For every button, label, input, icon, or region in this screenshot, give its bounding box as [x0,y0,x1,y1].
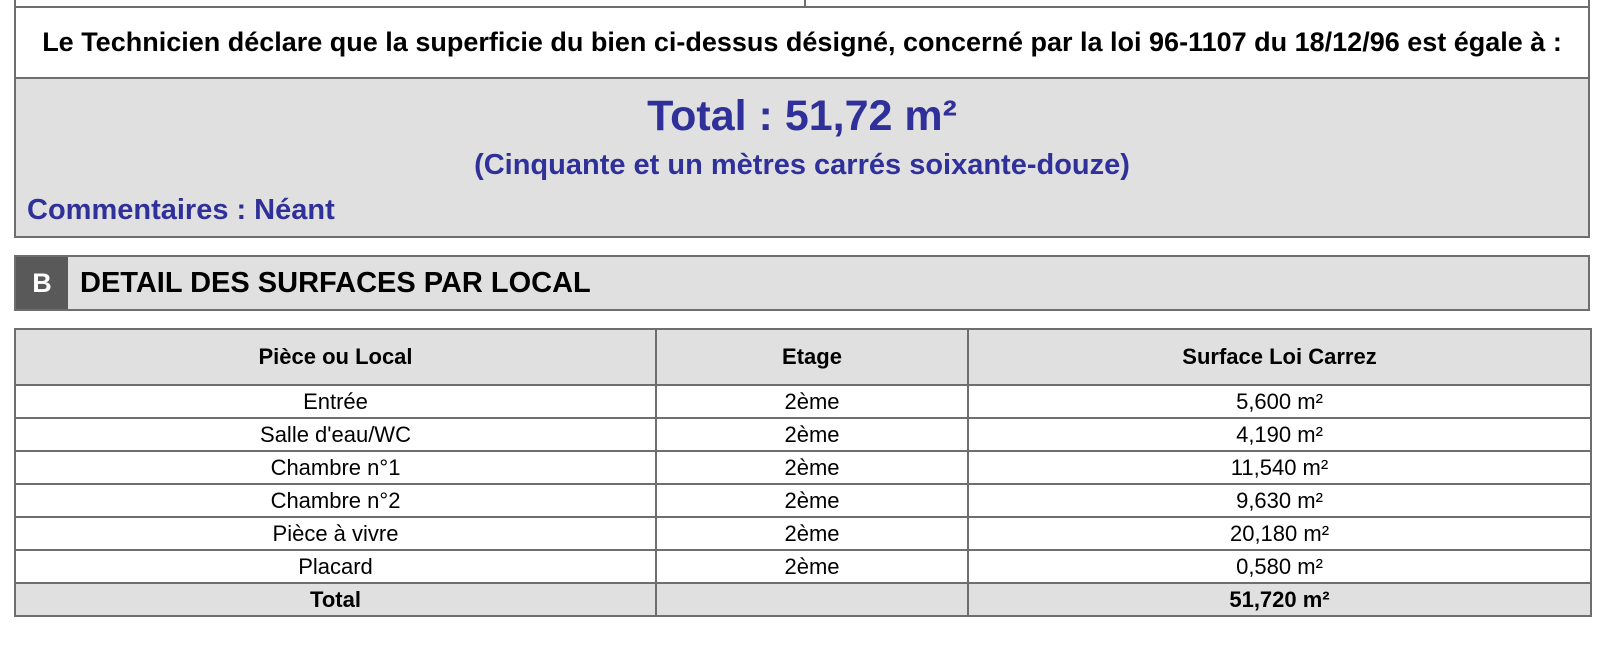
room-cell: Chambre n°1 [14,450,657,485]
room-cell: Chambre n°2 [14,483,657,518]
table-row: Entrée 2ème 5,600 m² [14,384,1592,419]
surface-cell: 5,600 m² [967,384,1592,419]
section-header: B DETAIL DES SURFACES PAR LOCAL [14,255,1590,311]
total-label-cell: Total [14,582,657,617]
table-row: Placard 2ème 0,580 m² [14,549,1592,584]
table-row: Salle d'eau/WC 2ème 4,190 m² [14,417,1592,452]
table-header-row: Pièce ou Local Etage Surface Loi Carrez [14,328,1592,386]
column-header-surface: Surface Loi Carrez [967,328,1592,386]
surface-cell: 4,190 m² [967,417,1592,452]
room-cell: Entrée [14,384,657,419]
column-header-floor: Etage [655,328,969,386]
column-header-room: Pièce ou Local [14,328,657,386]
floor-cell: 2ème [655,384,969,419]
total-area-in-words: (Cinquante et un mètres carrés soixante-… [474,149,1130,181]
table-total-row: Total 51,720 m² [14,582,1592,617]
total-surface-cell: 51,720 m² [967,582,1592,617]
surface-cell: 0,580 m² [967,549,1592,584]
declaration-text: Le Technicien déclare que la superficie … [14,6,1590,79]
comments: Commentaires : Néant [27,192,335,228]
floor-cell: 2ème [655,417,969,452]
floor-cell: 2ème [655,516,969,551]
section-title: DETAIL DES SURFACES PAR LOCAL [80,266,591,299]
surfaces-table: Pièce ou Local Etage Surface Loi Carrez … [14,328,1592,617]
comments-value: Néant [254,194,335,226]
table-row: Pièce à vivre 2ème 20,180 m² [14,516,1592,551]
floor-cell: 2ème [655,549,969,584]
floor-cell: 2ème [655,483,969,518]
surface-cell: 20,180 m² [967,516,1592,551]
comments-label: Commentaires : [27,194,247,226]
total-floor-cell [655,582,969,617]
room-cell: Placard [14,549,657,584]
room-cell: Pièce à vivre [14,516,657,551]
total-area: Total : 51,72 m² [647,92,957,140]
surface-cell: 11,540 m² [967,450,1592,485]
section-letter-badge: B [16,257,68,309]
floor-cell: 2ème [655,450,969,485]
room-cell: Salle d'eau/WC [14,417,657,452]
table-row: Chambre n°2 2ème 9,630 m² [14,483,1592,518]
table-row: Chambre n°1 2ème 11,540 m² [14,450,1592,485]
total-summary-panel: Total : 51,72 m² (Cinquante et un mètres… [14,79,1590,238]
surface-cell: 9,630 m² [967,483,1592,518]
